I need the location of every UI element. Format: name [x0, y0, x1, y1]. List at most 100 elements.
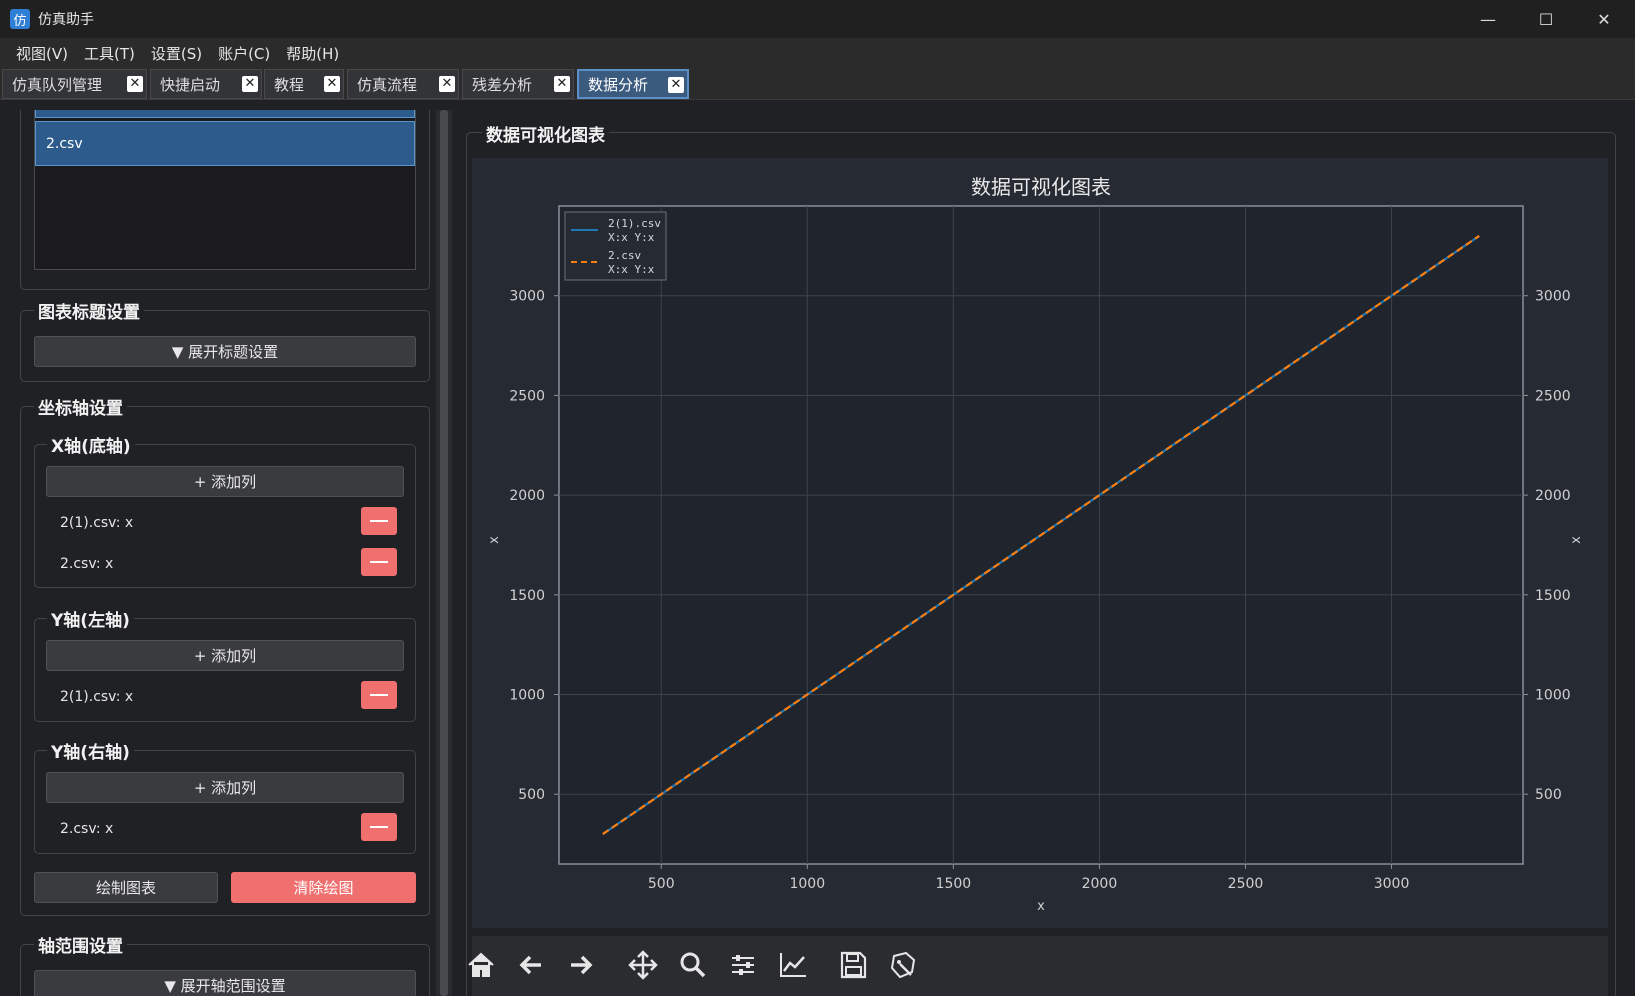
chart-svg: 500 1000 1500 2000 2500 3000 500 500 1000 1000 150… — [487, 175, 1584, 914]
tab-label: 数据分析 — [588, 75, 649, 94]
y-right-add-column-button[interactable]: + 添加列 — [46, 772, 404, 803]
y-tick-label: 500 — [518, 787, 545, 803]
remove-column-button[interactable] — [361, 507, 397, 535]
x-tick-label: 1000 — [789, 876, 825, 892]
minus-icon — [370, 694, 388, 696]
tab-residual-analysis[interactable]: 残差分析 ✕ — [462, 69, 574, 99]
y-right-column-label: 2.csv: x — [60, 821, 114, 837]
y-left-column-label: 2(1).csv: x — [60, 689, 134, 705]
maximize-button[interactable]: ☐ — [1517, 0, 1575, 38]
close-window-button[interactable]: ✕ — [1575, 0, 1633, 38]
remove-column-button[interactable] — [361, 548, 397, 576]
configure-subplots-icon[interactable] — [726, 948, 760, 982]
title-bar: 仿 仿真助手 — ☐ ✕ — [0, 0, 1635, 38]
legend-label-sub: X:x Y:x — [608, 231, 655, 244]
x-tick-label: 3000 — [1374, 876, 1410, 892]
tab-label: 残差分析 — [472, 75, 533, 94]
app-window: 仿 仿真助手 — ☐ ✕ 视图(V) 工具(T) 设置(S) 账户(C) 帮助(… — [0, 0, 1635, 996]
menu-view[interactable]: 视图(V) — [16, 43, 68, 64]
tab-tutorial[interactable]: 教程 ✕ — [264, 69, 344, 99]
expand-title-settings-button[interactable]: ▼ 展开标题设置 — [34, 336, 416, 367]
x-axis-label: x — [1037, 899, 1045, 914]
tab-label: 仿真流程 — [357, 75, 418, 94]
y-right-tick-label: 3000 — [1535, 289, 1571, 305]
menu-settings[interactable]: 设置(S) — [151, 43, 202, 64]
legend: 2(1).csv X:x Y:x 2.csv X:x Y:x — [564, 211, 667, 281]
scrollbar-handle[interactable] — [440, 110, 448, 996]
y-right-tick-label: 1000 — [1535, 688, 1571, 704]
y-right-axis-heading: Y轴(右轴) — [47, 738, 134, 763]
y-left-add-column-button[interactable]: + 添加列 — [46, 640, 404, 671]
tab-label: 教程 — [274, 75, 305, 94]
x-axis-column-label: 2(1).csv: x — [60, 515, 134, 531]
tab-close-icon[interactable]: ✕ — [127, 76, 143, 92]
plot-canvas[interactable]: 500 1000 1500 2000 2500 3000 500 500 1000 1000 150… — [472, 158, 1608, 928]
menu-tools[interactable]: 工具(T) — [84, 43, 135, 64]
y-right-tick-label: 500 — [1535, 787, 1562, 803]
clear-plot-button[interactable]: 清除绘图 — [231, 872, 416, 903]
file-list[interactable]: 2.csv — [34, 110, 416, 270]
tab-simulation-flow[interactable]: 仿真流程 ✕ — [347, 69, 459, 99]
legend-label-sub: X:x Y:x — [608, 263, 655, 276]
x-axis-heading: X轴(底轴) — [47, 432, 135, 457]
tab-close-icon[interactable]: ✕ — [554, 76, 570, 92]
y-right-axis-label: x — [1569, 536, 1584, 544]
minimize-button[interactable]: — — [1459, 0, 1517, 38]
tab-close-icon[interactable]: ✕ — [324, 76, 340, 92]
y-right-tick-label: 1500 — [1535, 588, 1571, 604]
window-title: 仿真助手 — [38, 12, 94, 28]
y-tick-label: 2000 — [509, 488, 545, 504]
y-tick-label: 1500 — [509, 588, 545, 604]
remove-column-button[interactable] — [361, 681, 397, 709]
tab-queue-management[interactable]: 仿真队列管理 ✕ — [2, 69, 147, 99]
home-icon[interactable] — [464, 948, 498, 982]
forward-arrow-icon[interactable] — [564, 948, 598, 982]
x-axis-column-label: 2.csv: x — [60, 556, 114, 572]
plot-toolbar — [468, 936, 1608, 996]
tab-data-analysis[interactable]: 数据分析 ✕ — [577, 69, 689, 99]
app-icon: 仿 — [10, 9, 30, 29]
zoom-icon[interactable] — [676, 948, 710, 982]
tab-quick-launch[interactable]: 快捷启动 ✕ — [150, 69, 262, 99]
remove-column-button[interactable] — [361, 813, 397, 841]
y-left-axis-heading: Y轴(左轴) — [47, 606, 134, 631]
back-arrow-icon[interactable] — [514, 948, 548, 982]
range-settings-heading: 轴范围设置 — [34, 932, 127, 957]
menu-bar: 视图(V) 工具(T) 设置(S) 账户(C) 帮助(H) — [0, 38, 1635, 68]
tab-close-icon[interactable]: ✕ — [668, 77, 684, 93]
tab-close-icon[interactable]: ✕ — [242, 76, 258, 92]
chart-group-heading: 数据可视化图表 — [482, 121, 609, 146]
y-right-tick-label: 2500 — [1535, 388, 1571, 404]
customize-icon[interactable] — [886, 948, 920, 982]
x-tick-label: 2000 — [1082, 876, 1118, 892]
pan-icon[interactable] — [626, 948, 660, 982]
x-axis-add-column-button[interactable]: + 添加列 — [46, 466, 404, 497]
tab-label: 仿真队列管理 — [12, 75, 103, 94]
minus-icon — [370, 561, 388, 563]
draw-chart-button[interactable]: 绘制图表 — [34, 872, 218, 903]
menu-help[interactable]: 帮助(H) — [286, 43, 339, 64]
file-list-item-prev[interactable] — [35, 110, 415, 118]
expand-range-settings-button[interactable]: ▼ 展开轴范围设置 — [34, 970, 416, 996]
y-right-tick-label: 2000 — [1535, 488, 1571, 504]
legend-label: 2.csv — [608, 249, 641, 262]
file-list-item[interactable]: 2.csv — [35, 121, 415, 166]
axis-settings-heading: 坐标轴设置 — [34, 394, 127, 419]
chart-title: 数据可视化图表 — [971, 175, 1111, 199]
y-tick-label: 1000 — [509, 688, 545, 704]
tab-label: 快捷启动 — [160, 75, 221, 94]
y-tick-label: 3000 — [509, 289, 545, 305]
save-icon[interactable] — [836, 948, 870, 982]
minus-icon — [370, 826, 388, 828]
tab-close-icon[interactable]: ✕ — [439, 76, 455, 92]
settings-panel: 2.csv 图表标题设置 ▼ 展开标题设置 坐标轴设置 X轴(底轴) + 添加列… — [0, 110, 440, 996]
x-tick-label: 1500 — [936, 876, 972, 892]
edit-axes-icon[interactable] — [776, 948, 810, 982]
minus-icon — [370, 520, 388, 522]
tab-bar: 仿真队列管理 ✕ 快捷启动 ✕ 教程 ✕ 仿真流程 ✕ 残差分析 ✕ 数据分析 … — [0, 68, 1635, 100]
panel-splitter[interactable] — [436, 110, 452, 996]
y-tick-label: 2500 — [509, 388, 545, 404]
menu-account[interactable]: 账户(C) — [218, 43, 270, 64]
legend-label: 2(1).csv — [608, 217, 661, 230]
x-tick-label: 500 — [648, 876, 675, 892]
